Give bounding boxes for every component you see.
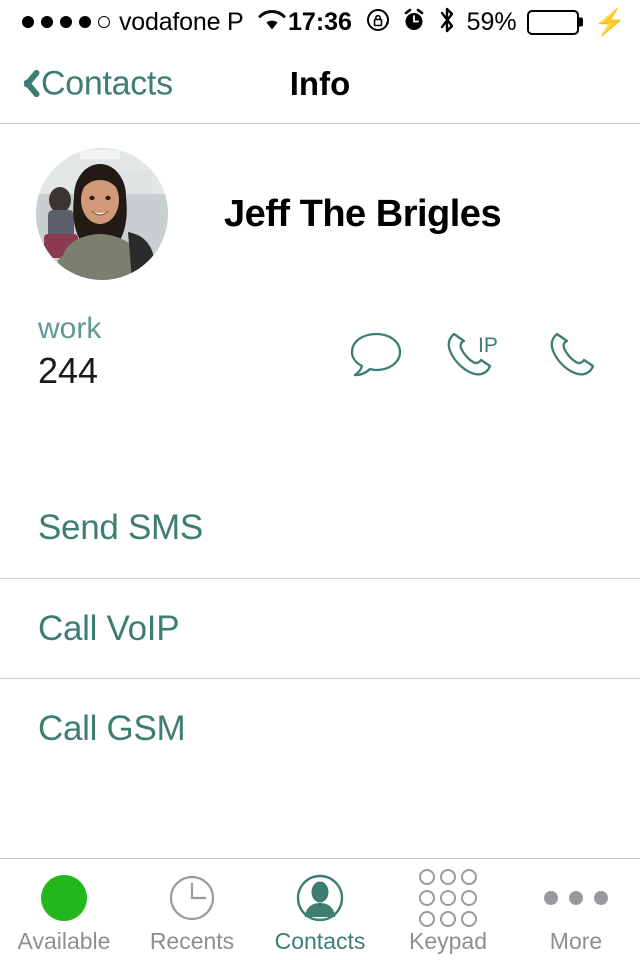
battery-icon: [526, 9, 579, 35]
availability-status-icon: [41, 871, 87, 925]
tab-label: Available: [17, 928, 111, 954]
lightning-bolt-icon: ⚡: [593, 7, 626, 37]
action-call-voip[interactable]: Call VoIP: [0, 578, 640, 678]
avatar[interactable]: [36, 148, 168, 280]
tab-contacts[interactable]: Contacts: [256, 859, 384, 960]
phone-field-value[interactable]: 244: [38, 350, 98, 392]
ellipsis-icon: [544, 871, 608, 925]
tab-recents[interactable]: Recents: [128, 859, 256, 960]
action-send-sms[interactable]: Send SMS: [0, 478, 640, 578]
phone-handset-icon[interactable]: [546, 328, 602, 385]
keypad-grid-icon: [419, 869, 477, 927]
navigation-bar: Contacts Info: [0, 44, 640, 124]
rotation-lock-icon: [365, 7, 391, 38]
phone-ip-icon[interactable]: IP: [444, 328, 506, 385]
person-circle-icon: [294, 871, 346, 925]
alarm-clock-icon: [401, 7, 427, 38]
tab-label: Contacts: [274, 928, 366, 954]
status-bar: vodafone P 17:36 59% ⚡: [0, 0, 640, 44]
action-label: Send SMS: [38, 508, 203, 547]
tab-more[interactable]: More: [512, 859, 640, 960]
contact-info-screen: vodafone P 17:36 59% ⚡ Contacts Info Jef…: [0, 0, 640, 960]
action-list: Send SMS Call VoIP Call GSM: [0, 478, 640, 778]
status-bar-right: 59% ⚡: [365, 6, 626, 39]
bluetooth-icon: [437, 6, 457, 39]
tab-bar: Available Recents Contacts Keypad More: [0, 858, 640, 960]
action-label: Call VoIP: [38, 608, 180, 648]
phone-field-label: work: [38, 312, 102, 345]
tab-label: Recents: [149, 928, 235, 954]
action-call-gsm[interactable]: Call GSM: [0, 678, 640, 778]
action-label: Call GSM: [38, 708, 186, 748]
contact-header: Jeff The Brigles: [0, 124, 640, 304]
tab-keypad[interactable]: Keypad: [384, 859, 512, 960]
phone-field-actions: IP: [348, 328, 602, 385]
page-title: Info: [289, 64, 351, 102]
clock-icon: [167, 871, 217, 925]
tab-label: Keypad: [408, 928, 487, 954]
tab-label: More: [549, 928, 603, 954]
contact-name: Jeff The Brigles: [224, 192, 502, 235]
phone-field-row: work 244 IP: [0, 312, 640, 422]
svg-text:IP: IP: [478, 334, 498, 357]
message-bubble-icon[interactable]: [348, 329, 404, 384]
tab-available[interactable]: Available: [0, 859, 128, 960]
battery-percentage: 59%: [466, 7, 517, 36]
